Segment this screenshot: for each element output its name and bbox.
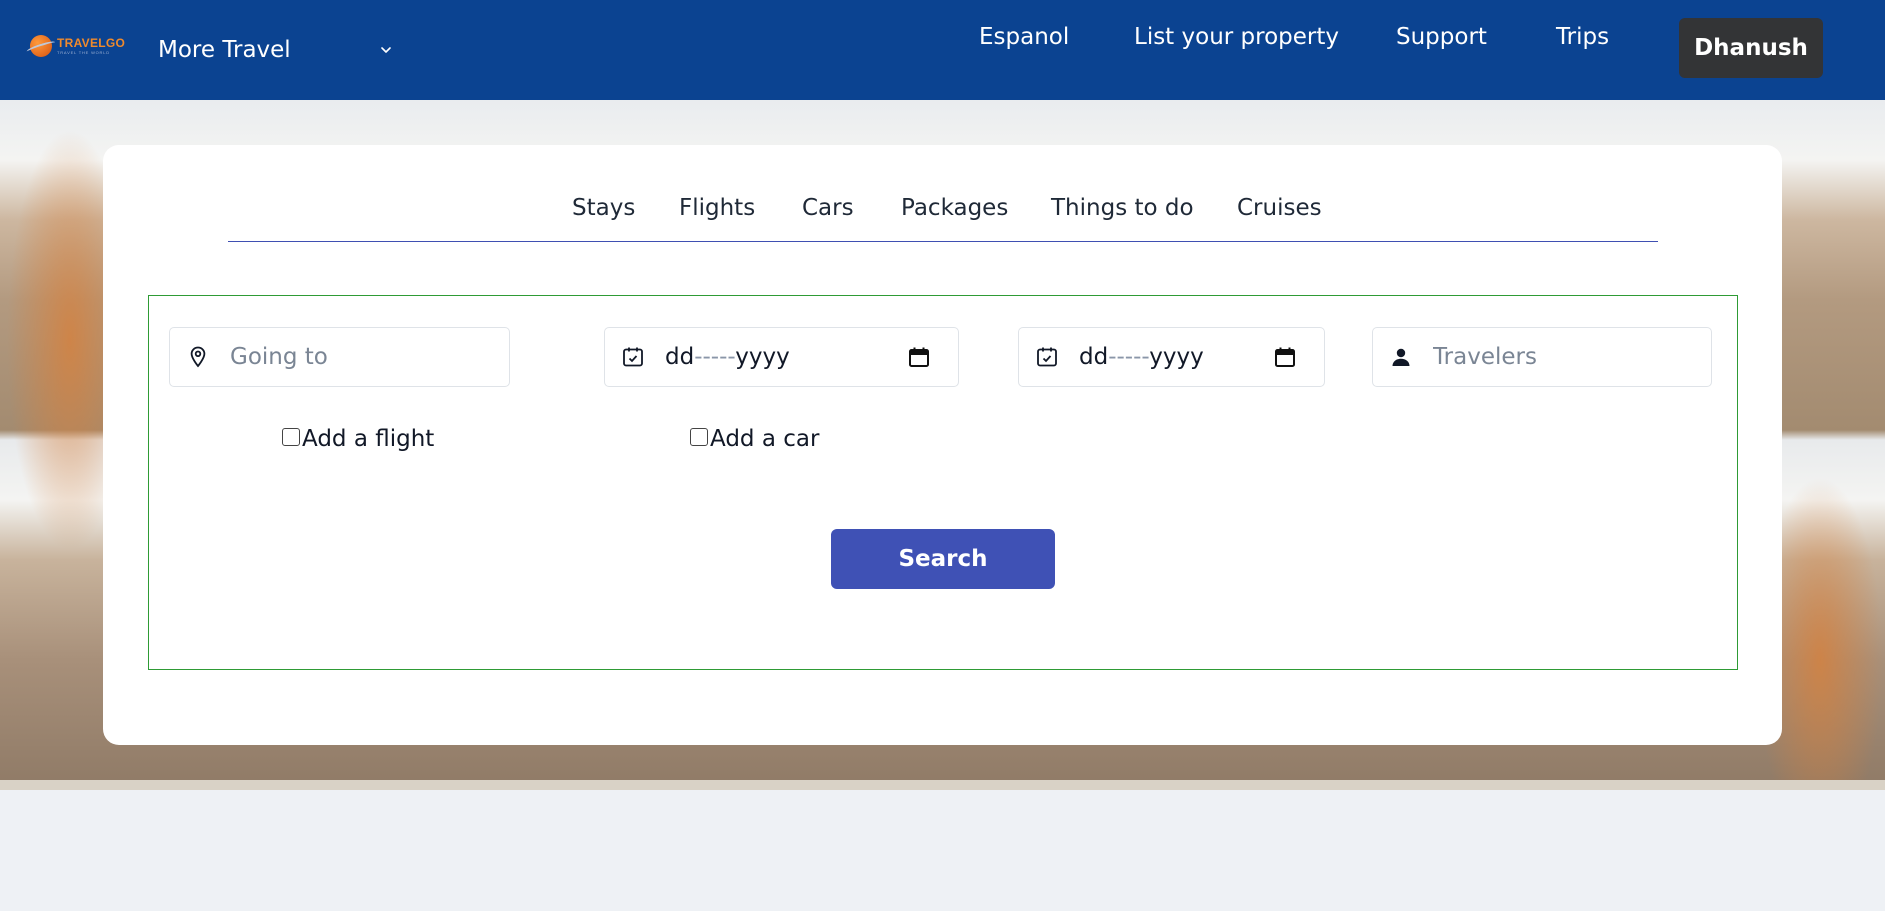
travelgo-logo[interactable]: TRAVELGO TRAVEL THE WORLD bbox=[30, 35, 125, 57]
check-in-date-value[interactable]: dd-----yyyy bbox=[665, 344, 790, 370]
add-car-option[interactable]: Add a car bbox=[690, 426, 819, 452]
nav-link-espanol[interactable]: Espanol bbox=[979, 24, 1069, 50]
search-card: Stays Flights Cars Packages Things to do… bbox=[103, 145, 1782, 745]
add-flight-option[interactable]: Add a flight bbox=[282, 426, 434, 452]
person-icon bbox=[1392, 348, 1410, 366]
logo-tagline: TRAVEL THE WORLD bbox=[57, 50, 110, 55]
calendar-check-icon bbox=[623, 347, 643, 367]
logo-name: TRAVELGO bbox=[57, 36, 126, 50]
top-navigation-bar: TRAVELGO TRAVEL THE WORLD More Travel Es… bbox=[0, 0, 1885, 100]
calendar-check-icon bbox=[1037, 347, 1057, 367]
check-out-date-field[interactable]: dd-----yyyy bbox=[1018, 327, 1325, 387]
nav-link-support[interactable]: Support bbox=[1396, 24, 1487, 50]
check-out-date-value[interactable]: dd-----yyyy bbox=[1079, 344, 1204, 370]
nav-link-list-your-property[interactable]: List your property bbox=[1134, 24, 1339, 50]
more-travel-label: More Travel bbox=[158, 37, 291, 63]
add-flight-label: Add a flight bbox=[302, 426, 435, 452]
tab-packages[interactable]: Packages bbox=[901, 195, 1008, 221]
travelers-field[interactable] bbox=[1372, 327, 1712, 387]
destination-field[interactable] bbox=[169, 327, 510, 387]
add-flight-checkbox[interactable] bbox=[282, 428, 300, 446]
add-car-label: Add a car bbox=[710, 426, 820, 452]
map-pin-icon bbox=[190, 346, 206, 368]
chevron-down-icon bbox=[381, 47, 391, 53]
search-button[interactable]: Search bbox=[831, 529, 1055, 589]
tab-cars[interactable]: Cars bbox=[802, 195, 854, 221]
tab-flights[interactable]: Flights bbox=[679, 195, 755, 221]
search-tabs: Stays Flights Cars Packages Things to do… bbox=[103, 195, 1782, 225]
destination-input[interactable] bbox=[230, 328, 499, 386]
travelers-input[interactable] bbox=[1433, 328, 1701, 386]
tab-things-to-do[interactable]: Things to do bbox=[1051, 195, 1194, 221]
logo-globe-icon bbox=[30, 35, 52, 57]
more-travel-dropdown[interactable]: More Travel bbox=[158, 35, 392, 65]
tab-stays[interactable]: Stays bbox=[572, 195, 635, 221]
search-form: dd-----yyyy dd-----yyyy bbox=[148, 295, 1738, 670]
tabs-underline bbox=[228, 241, 1658, 242]
add-car-checkbox[interactable] bbox=[690, 428, 708, 446]
nav-link-trips[interactable]: Trips bbox=[1556, 24, 1609, 50]
calendar-icon[interactable] bbox=[1274, 346, 1296, 368]
calendar-icon[interactable] bbox=[908, 346, 930, 368]
user-account-button[interactable]: Dhanush bbox=[1679, 18, 1823, 78]
tab-cruises[interactable]: Cruises bbox=[1237, 195, 1322, 221]
check-in-date-field[interactable]: dd-----yyyy bbox=[604, 327, 959, 387]
